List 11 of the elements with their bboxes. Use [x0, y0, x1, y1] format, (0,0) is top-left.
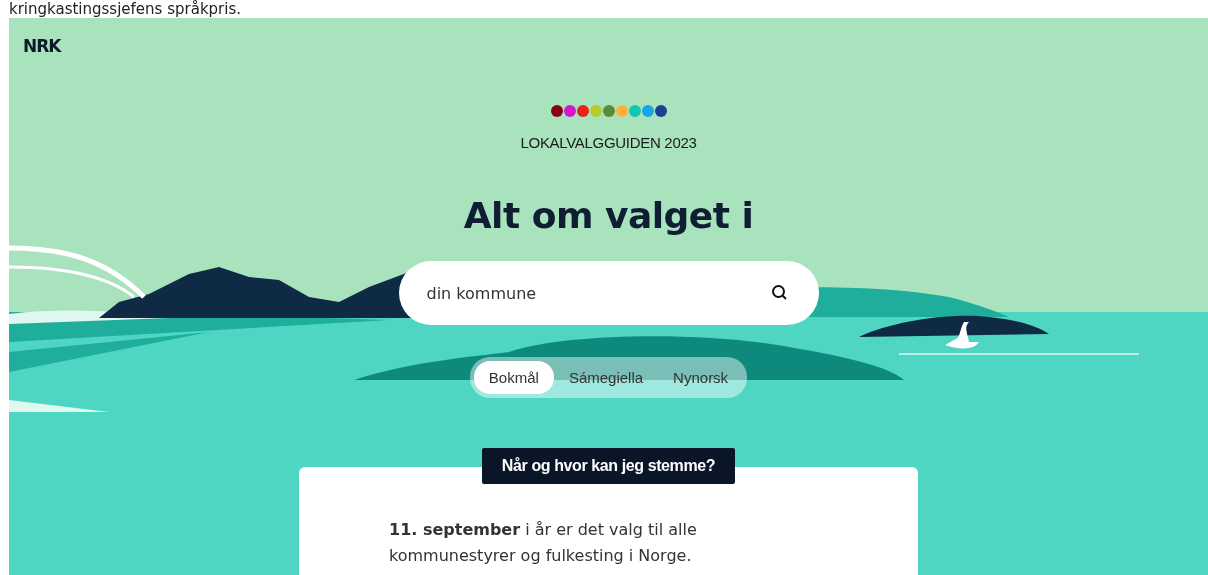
card-label: Når og hvor kan jeg stemme? [481, 448, 736, 484]
caption-text: kringkastingssjefens språkpris. [8, 0, 242, 18]
page-heading: Alt om valget i [463, 194, 754, 238]
guide-title: LOKALVALGGUIDEN 2023 [520, 134, 697, 151]
language-tab[interactable]: Bokmål [473, 361, 554, 394]
logo[interactable]: NRK [23, 36, 61, 56]
search-icon[interactable] [770, 284, 789, 302]
search-field[interactable]: din kommune [398, 261, 819, 325]
card-paragraph: 11. september i år er det valg til alle kommunestyrer og fulkesting i Norge. [389, 519, 698, 567]
language-tab[interactable]: Nynorsk [658, 361, 744, 394]
language-tab[interactable]: Sámegiella [553, 361, 659, 394]
